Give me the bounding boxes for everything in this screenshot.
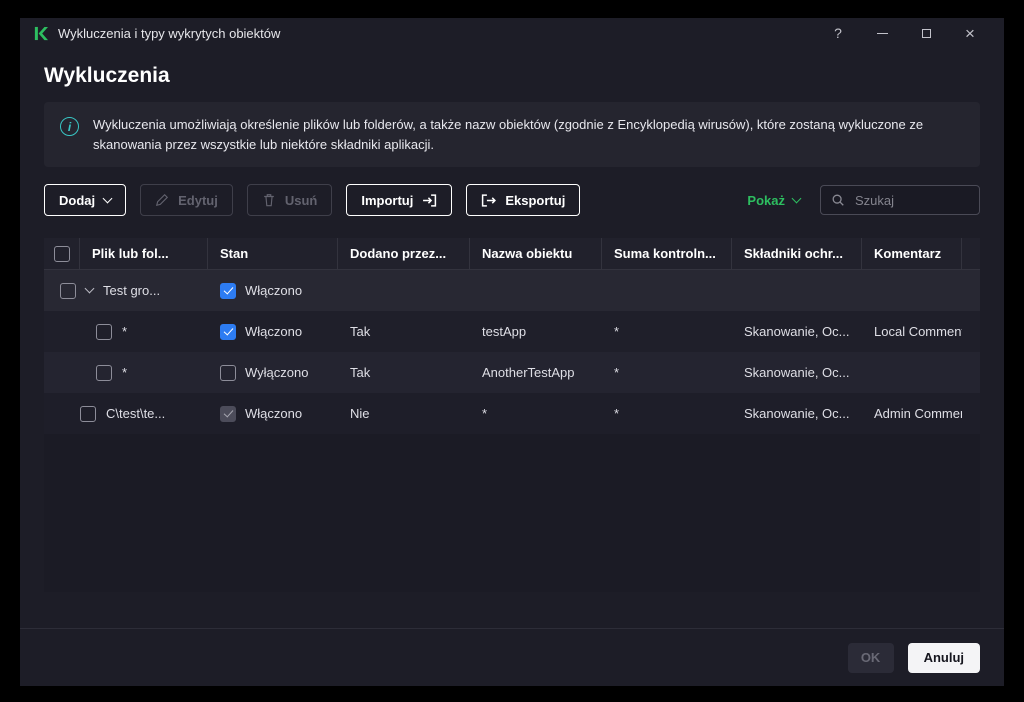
import-button[interactable]: Importuj <box>346 184 452 216</box>
row-select-checkbox[interactable] <box>96 365 112 381</box>
file-cell: Test gro... <box>44 283 208 299</box>
help-button[interactable]: ? <box>816 19 860 47</box>
cell-added-by: Tak <box>338 365 470 380</box>
group-name-label: Test gro... <box>103 283 160 298</box>
state-label: Włączono <box>245 283 302 298</box>
state-label: Włączono <box>245 324 302 339</box>
close-icon: × <box>965 25 975 42</box>
export-icon <box>481 193 496 208</box>
table-header: Plik lub fol... Stan Dodano przez... Naz… <box>44 238 980 270</box>
cell-object-name: AnotherTestApp <box>470 365 602 380</box>
search-input[interactable] <box>853 192 969 209</box>
table-row[interactable]: * Wyłączono Tak AnotherTestApp * Skanowa… <box>44 352 980 393</box>
show-filter-label: Pokaż <box>747 193 785 208</box>
state-cell: Wyłączono <box>208 365 338 381</box>
cell-added-by: Nie <box>338 406 470 421</box>
column-header-components[interactable]: Składniki ochr... <box>732 238 862 269</box>
table-row[interactable]: C\test\te... Włączono Nie * * Skanowanie… <box>44 393 980 434</box>
chevron-down-icon <box>792 193 802 203</box>
cell-checksum: * <box>602 324 732 339</box>
minimize-icon <box>877 33 888 34</box>
edit-button[interactable]: Edytuj <box>140 184 233 216</box>
column-header-added-by[interactable]: Dodano przez... <box>338 238 470 269</box>
column-header-state[interactable]: Stan <box>208 238 338 269</box>
toolbar: Dodaj Edytuj Usuń Importuj Eksportuj <box>44 184 980 216</box>
maximize-button[interactable] <box>904 19 948 47</box>
header-cell-filler <box>962 238 986 269</box>
state-cell: Włączono <box>208 324 338 340</box>
ok-button[interactable]: OK <box>848 643 894 673</box>
chevron-down-icon <box>103 193 113 203</box>
column-header-checksum[interactable]: Suma kontroln... <box>602 238 732 269</box>
file-label: * <box>122 324 127 339</box>
search-icon <box>831 193 845 207</box>
export-button-label: Eksportuj <box>505 193 565 208</box>
state-checkbox[interactable] <box>220 283 236 299</box>
file-label: * <box>122 365 127 380</box>
state-cell: Włączono <box>208 283 338 299</box>
row-select-checkbox[interactable] <box>60 283 76 299</box>
export-button[interactable]: Eksportuj <box>466 184 580 216</box>
table-row-group[interactable]: Test gro... Włączono <box>44 270 980 311</box>
cell-comment: Local Comment <box>862 324 962 339</box>
state-label: Włączono <box>245 406 302 421</box>
info-icon: i <box>60 117 79 136</box>
header-cell-select <box>44 238 80 269</box>
show-filter-button[interactable]: Pokaż <box>741 192 806 209</box>
kaspersky-logo-icon <box>32 25 48 41</box>
column-header-comment[interactable]: Komentarz <box>862 238 962 269</box>
cell-added-by: Tak <box>338 324 470 339</box>
file-label: C\test\te... <box>106 406 165 421</box>
column-header-object-name[interactable]: Nazwa obiektu <box>470 238 602 269</box>
cell-components: Skanowanie, Oc... <box>732 406 862 421</box>
close-button[interactable]: × <box>948 19 992 47</box>
row-select-checkbox[interactable] <box>80 406 96 422</box>
state-label: Wyłączono <box>245 365 308 380</box>
cell-object-name: * <box>470 406 602 421</box>
cancel-button[interactable]: Anuluj <box>908 643 980 673</box>
cell-checksum: * <box>602 406 732 421</box>
state-checkbox[interactable] <box>220 406 236 422</box>
delete-button-label: Usuń <box>285 193 318 208</box>
import-icon <box>422 193 437 208</box>
dialog-footer: OK Anuluj <box>20 628 1004 686</box>
row-select-checkbox[interactable] <box>96 324 112 340</box>
info-banner-text: Wykluczenia umożliwiają określenie plikó… <box>93 115 964 154</box>
trash-icon <box>262 193 276 207</box>
expand-chevron-icon[interactable] <box>85 284 95 294</box>
exclusions-table: Plik lub fol... Stan Dodano przez... Naz… <box>44 238 980 592</box>
import-button-label: Importuj <box>361 193 413 208</box>
delete-button[interactable]: Usuń <box>247 184 333 216</box>
file-cell: * <box>44 365 208 381</box>
search-box <box>820 185 980 215</box>
file-cell: C\test\te... <box>44 406 208 422</box>
select-all-checkbox[interactable] <box>54 246 70 262</box>
titlebar: Wykluczenia i typy wykrytych obiektów ? … <box>20 18 1004 48</box>
table-row[interactable]: * Włączono Tak testApp * Skanowanie, Oc.… <box>44 311 980 352</box>
info-banner: i Wykluczenia umożliwiają określenie pli… <box>44 102 980 167</box>
app-window: Wykluczenia i typy wykrytych obiektów ? … <box>20 18 1004 686</box>
page-title: Wykluczenia <box>44 64 980 88</box>
cell-components: Skanowanie, Oc... <box>732 365 862 380</box>
edit-button-label: Edytuj <box>178 193 218 208</box>
state-checkbox[interactable] <box>220 324 236 340</box>
state-cell: Włączono <box>208 406 338 422</box>
window-title: Wykluczenia i typy wykrytych obiektów <box>58 26 280 41</box>
column-header-file[interactable]: Plik lub fol... <box>80 238 208 269</box>
add-button-label: Dodaj <box>59 193 95 208</box>
file-cell: * <box>44 324 208 340</box>
cell-checksum: * <box>602 365 732 380</box>
maximize-icon <box>922 29 931 38</box>
cell-object-name: testApp <box>470 324 602 339</box>
cell-components: Skanowanie, Oc... <box>732 324 862 339</box>
state-checkbox[interactable] <box>220 365 236 381</box>
cell-comment: Admin Comment <box>862 406 962 421</box>
minimize-button[interactable] <box>860 19 904 47</box>
pencil-icon <box>155 193 169 207</box>
add-button[interactable]: Dodaj <box>44 184 126 216</box>
window-controls: ? × <box>816 19 992 47</box>
